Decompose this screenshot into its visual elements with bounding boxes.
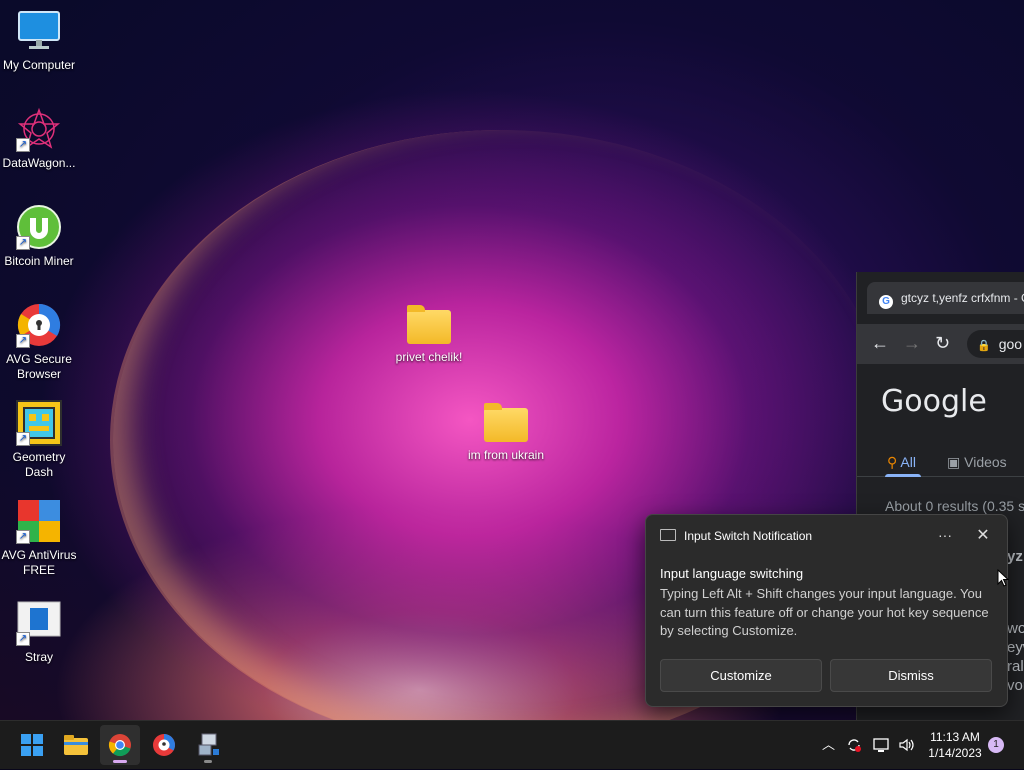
system-clock[interactable]: 11:13 AM 1/14/2023 — [920, 729, 990, 761]
tab-all[interactable]: ⚲ All — [887, 454, 916, 471]
shortcut-arrow-icon: ↗ — [16, 236, 30, 250]
browser-toolbar: ← → ↻ 🔒 goo — [857, 324, 1024, 364]
notification-app-name: Input Switch Notification — [684, 529, 813, 543]
sync-alert-icon[interactable] — [846, 721, 862, 769]
forward-arrow-icon[interactable]: → — [903, 333, 921, 353]
shortcut-arrow-icon: ↗ — [16, 138, 30, 152]
customize-button[interactable]: Customize — [660, 659, 822, 692]
reload-icon[interactable]: ↻ — [935, 333, 950, 353]
avg-browser-icon: ↗ — [16, 302, 62, 348]
folder-label: privet chelik! — [395, 350, 463, 364]
utorrent-icon: ↗ — [16, 204, 62, 250]
desktop-icon-avg-secure-browser[interactable]: ↗ AVG Secure Browser — [0, 302, 78, 382]
desktop-icon-label: Stray — [24, 650, 53, 664]
clock-time: 11:13 AM — [930, 730, 980, 744]
tab-videos-label: Videos — [964, 454, 1007, 470]
tab-videos[interactable]: ▣ Videos — [947, 454, 1007, 471]
running-app-indicator — [204, 760, 212, 763]
folder-icon — [484, 403, 528, 442]
dismiss-button[interactable]: Dismiss — [830, 659, 992, 692]
tab-strip: Ggtcyz t,yenfz crfxfnm - G — [857, 272, 1024, 324]
back-arrow-icon[interactable]: ← — [871, 333, 889, 353]
keyboard-icon — [660, 529, 676, 541]
desktop-folder-ukrain[interactable]: im from ukrain — [467, 402, 545, 463]
desktop-icon-my-computer[interactable]: My Computer — [0, 8, 78, 73]
shortcut-arrow-icon: ↗ — [16, 530, 30, 544]
avg-antivirus-icon: ↗ — [16, 498, 62, 544]
result-stats: About 0 results (0.35 s — [885, 498, 1024, 514]
datawagon-icon: ↗ — [16, 106, 62, 152]
file-explorer-icon — [64, 735, 88, 755]
network-icon[interactable] — [872, 721, 890, 769]
clock-date: 1/14/2023 — [928, 746, 982, 760]
taskbar-network-setup[interactable] — [188, 725, 228, 765]
tab-all-label: All — [900, 454, 916, 470]
result-fragment: eyw — [1007, 639, 1024, 656]
desktop-icon-label: DataWagon... — [2, 156, 76, 170]
tab-title: gtcyz t,yenfz crfxfnm - G — [901, 291, 1024, 305]
desktop-icon-label: Bitcoin Miner — [4, 254, 74, 268]
address-bar[interactable]: 🔒 goo — [967, 330, 1024, 358]
geometry-dash-icon: ↗ — [16, 400, 62, 446]
result-fragment: ral — [1007, 658, 1024, 675]
active-app-indicator — [113, 760, 127, 763]
taskbar-file-explorer[interactable] — [56, 725, 96, 765]
lock-icon: 🔒 — [977, 340, 991, 352]
play-icon: ▣ — [947, 454, 961, 470]
taskbar: ︿ 11:13 AM 1/14/2023 1 — [0, 720, 1024, 769]
search-tabs: ⚲ All ▣ Videos — [857, 448, 1024, 477]
address-text: goo — [998, 336, 1023, 352]
shortcut-arrow-icon: ↗ — [16, 632, 30, 646]
stray-icon: ↗ — [16, 600, 62, 646]
desktop-icon-datawagon[interactable]: ↗ DataWagon... — [0, 106, 78, 171]
input-switch-notification[interactable]: Input Switch Notification ··· ✕ Input la… — [645, 514, 1008, 707]
shortcut-arrow-icon: ↗ — [16, 432, 30, 446]
google-favicon-icon: G — [879, 295, 893, 309]
desktop-icon-bitcoin-miner[interactable]: ↗ Bitcoin Miner — [0, 204, 78, 269]
start-button[interactable] — [12, 725, 52, 765]
show-hidden-icons-chevron-icon[interactable]: ︿ — [822, 721, 835, 769]
search-icon: ⚲ — [887, 454, 898, 470]
desktop-icon-label: AVG AntiVirus FREE — [1, 548, 77, 577]
folder-label: im from ukrain — [467, 448, 544, 462]
notification-count-badge[interactable]: 1 — [988, 737, 1004, 753]
taskbar-avg-browser[interactable] — [144, 725, 184, 765]
desktop-folder-privet[interactable]: privet chelik! — [390, 304, 468, 365]
desktop-icon-label: AVG Secure Browser — [6, 352, 72, 381]
folder-icon — [407, 305, 451, 344]
avg-browser-icon — [153, 734, 175, 756]
volume-icon[interactable] — [898, 721, 916, 769]
result-fragment: yz — [1007, 548, 1023, 565]
notification-title: Input language switching — [660, 566, 804, 581]
desktop-icon-label: Geometry Dash — [12, 450, 66, 479]
shortcut-arrow-icon: ↗ — [16, 334, 30, 348]
taskbar-chrome[interactable] — [100, 725, 140, 765]
notification-header: Input Switch Notification — [660, 529, 812, 543]
desktop-icon-label: My Computer — [2, 58, 76, 72]
more-options-icon[interactable]: ··· — [934, 525, 956, 547]
desktop-icon-avg-antivirus[interactable]: ↗ AVG AntiVirus FREE — [0, 498, 78, 578]
google-logo: Google — [881, 384, 987, 419]
active-tab-indicator — [885, 474, 921, 477]
desktop-icon-stray[interactable]: ↗ Stray — [0, 600, 78, 665]
browser-tab[interactable]: Ggtcyz t,yenfz crfxfnm - G — [867, 282, 1024, 314]
chrome-icon — [108, 734, 131, 757]
notification-body: Typing Left Alt + Shift changes your inp… — [660, 586, 989, 638]
windows-start-icon — [21, 734, 43, 756]
close-icon[interactable]: ✕ — [972, 525, 994, 547]
result-fragment: wo — [1007, 620, 1024, 637]
result-fragment: vor — [1007, 677, 1024, 694]
network-setup-icon — [198, 733, 219, 756]
desktop-icon-geometry-dash[interactable]: ↗ Geometry Dash — [0, 400, 78, 480]
monitor-icon — [16, 8, 62, 54]
